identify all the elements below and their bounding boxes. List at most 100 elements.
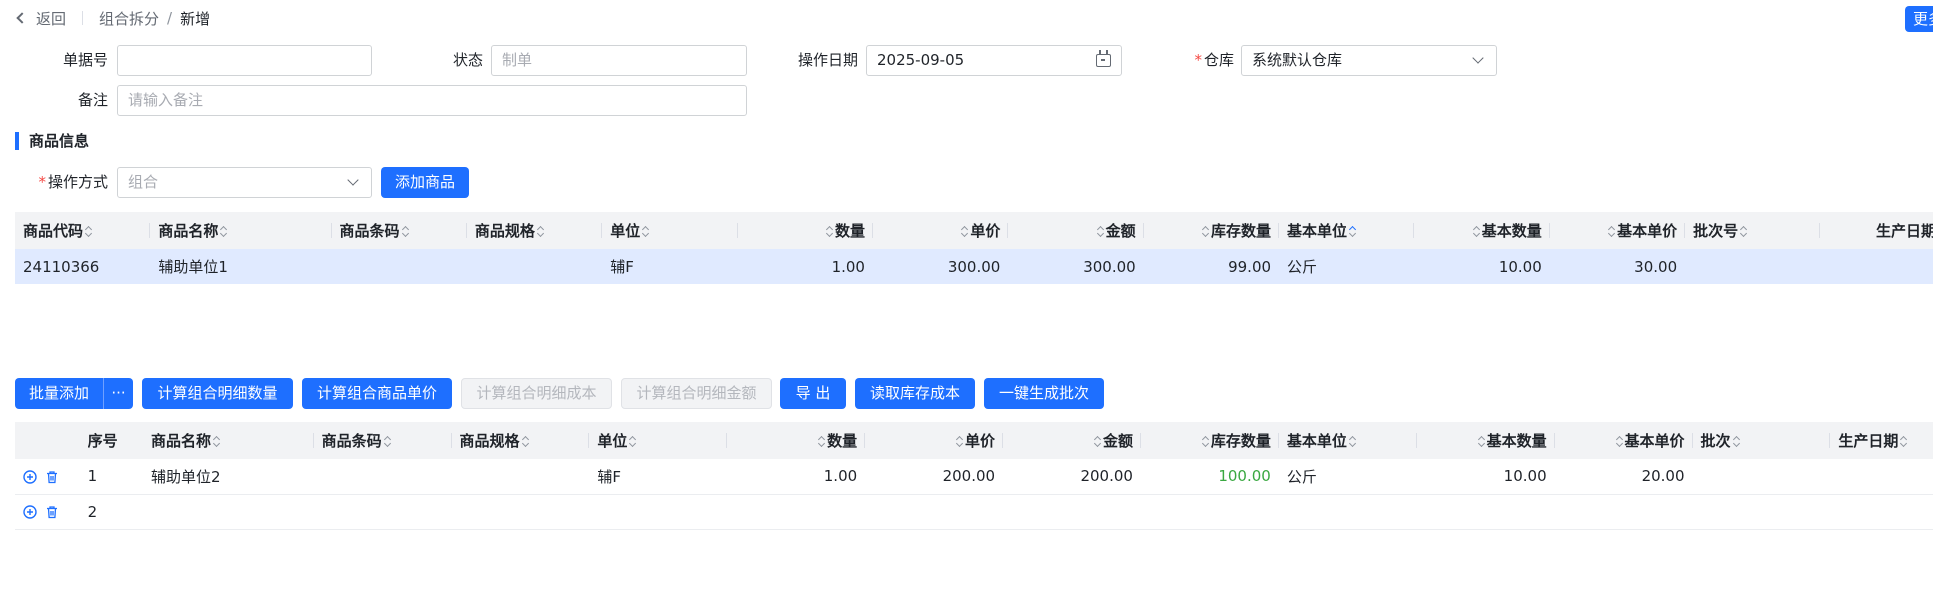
chevron-left-icon (16, 12, 28, 24)
calc-unit-price-button[interactable]: 计算组合商品单价 (302, 378, 452, 409)
batch-add-button[interactable]: 批量添加 (15, 378, 103, 409)
sort-icon[interactable] (961, 226, 968, 238)
cell-batch (1692, 494, 1831, 530)
calc-detail-qty-button[interactable]: 计算组合明细数量 (142, 378, 293, 409)
col-header-unit[interactable]: 单位 (602, 212, 738, 249)
add-row-icon[interactable] (23, 470, 37, 484)
more-options-icon[interactable]: ··· (103, 378, 133, 409)
table-row[interactable]: 1 辅助单位2 辅F 1.00 200.00 200.00 100.00 公斤 … (15, 459, 1933, 495)
cell-base-qty: 10.00 (1416, 459, 1555, 495)
sort-icon[interactable] (956, 436, 963, 448)
sort-icon[interactable] (537, 226, 544, 238)
sort-icon[interactable] (213, 436, 220, 448)
sort-icon[interactable] (1608, 226, 1615, 238)
remark-input[interactable]: 请输入备注 (117, 85, 747, 116)
sort-icon[interactable] (629, 436, 636, 448)
back-button[interactable]: 返回 (16, 8, 66, 29)
warehouse-label-text: 仓库 (1203, 51, 1234, 69)
calendar-icon[interactable] (1096, 50, 1111, 67)
sort-icon[interactable] (1616, 436, 1623, 448)
col-header-batch[interactable]: 批次 (1692, 422, 1831, 459)
col-header-base-price[interactable]: 基本单价 (1549, 212, 1686, 249)
add-product-button[interactable]: 添加商品 (381, 167, 469, 198)
col-header-qty[interactable]: 数量 (727, 422, 866, 459)
sort-icon[interactable] (220, 226, 227, 238)
read-stock-cost-button[interactable]: 读取库存成本 (855, 378, 975, 409)
operation-placeholder: 组合 (128, 173, 159, 191)
calc-detail-cost-button[interactable]: 计算组合明细成本 (461, 378, 612, 409)
sort-icon[interactable] (642, 226, 649, 238)
row-actions (15, 459, 88, 495)
sort-icon[interactable] (85, 226, 92, 238)
sort-icon[interactable] (1740, 226, 1747, 238)
sort-icon[interactable] (1202, 226, 1209, 238)
col-header-name[interactable]: 商品名称 (150, 212, 332, 249)
col-header-prod-date[interactable]: 生产日期 (1820, 212, 1933, 249)
col-header-amount[interactable]: 金额 (1003, 422, 1141, 459)
warehouse-value: 系统默认仓库 (1252, 51, 1343, 69)
col-header-barcode[interactable]: 商品条码 (313, 422, 452, 459)
more-button[interactable]: 更多 (1905, 6, 1933, 32)
col-header-base-qty[interactable]: 基本数量 (1416, 422, 1555, 459)
sort-icon[interactable] (402, 226, 409, 238)
col-header-qty[interactable]: 数量 (737, 212, 873, 249)
col-header-amount[interactable]: 金额 (1008, 212, 1144, 249)
col-header-spec[interactable]: 商品规格 (466, 212, 603, 249)
col-header-barcode[interactable]: 商品条码 (331, 212, 467, 249)
col-header-code[interactable]: 商品代码 (15, 212, 151, 249)
sort-icon[interactable] (1478, 436, 1485, 448)
col-header-base-price[interactable]: 基本单价 (1554, 422, 1693, 459)
col-header-unit[interactable]: 单位 (589, 422, 728, 459)
cell-prod-date (1820, 249, 1933, 284)
generate-batch-button[interactable]: 一键生成批次 (984, 378, 1104, 409)
col-header-base-unit[interactable]: 基本单位 (1279, 212, 1415, 249)
warehouse-label: * 仓库 (1160, 45, 1234, 76)
delete-row-icon[interactable] (45, 470, 59, 484)
breadcrumb-separator: / (167, 9, 173, 27)
col-header-no: 序号 (87, 422, 130, 459)
sort-icon[interactable] (1097, 226, 1104, 238)
col-header-prod-date[interactable]: 生产日期 (1830, 422, 1933, 459)
sort-icon[interactable] (1094, 436, 1101, 448)
doc-no-input[interactable] (117, 45, 372, 76)
cell-stock: 100.00 (1140, 459, 1279, 495)
sort-icon[interactable] (1733, 436, 1740, 448)
sort-icon[interactable] (1473, 226, 1480, 238)
col-header-stock[interactable]: 库存数量 (1143, 212, 1280, 249)
sort-icon[interactable] (384, 436, 391, 448)
calc-detail-amount-button[interactable]: 计算组合明细金额 (621, 378, 772, 409)
operation-label-text: 操作方式 (47, 173, 108, 191)
col-header-name[interactable]: 商品名称 (129, 422, 314, 459)
back-label: 返回 (36, 9, 67, 28)
col-header-base-qty[interactable]: 基本数量 (1414, 212, 1550, 249)
warehouse-select[interactable]: 系统默认仓库 (1241, 45, 1497, 76)
col-header-stock[interactable]: 库存数量 (1140, 422, 1279, 459)
delete-row-icon[interactable] (45, 505, 59, 519)
col-header-base-unit[interactable]: 基本单位 (1278, 422, 1417, 459)
col-header-batch[interactable]: 批次号 (1685, 212, 1821, 249)
cell-base-price: 20.00 (1554, 459, 1693, 495)
sort-icon[interactable] (522, 436, 529, 448)
breadcrumb-item-parent[interactable]: 组合拆分 (99, 8, 159, 29)
add-row-icon[interactable] (23, 505, 37, 519)
status-input[interactable]: 制单 (491, 45, 747, 76)
batch-add-group: 批量添加 ··· (15, 378, 133, 409)
op-date-picker[interactable]: 2025-09-05 (866, 45, 1122, 76)
sort-icon[interactable] (1900, 436, 1907, 448)
table-row[interactable]: 2 (15, 494, 1933, 530)
sort-icon[interactable] (1202, 436, 1209, 448)
cell-name: 辅助单位2 (129, 459, 314, 495)
col-header-spec[interactable]: 商品规格 (451, 422, 590, 459)
sort-icon[interactable] (826, 226, 833, 238)
table-row[interactable]: 24110366 辅助单位1 辅F 1.00 300.00 300.00 99.… (15, 249, 1933, 284)
export-button[interactable]: 导 出 (780, 378, 846, 409)
operation-select[interactable]: 组合 (117, 167, 372, 198)
cell-unit: 辅F (589, 459, 728, 495)
sort-icon[interactable] (818, 436, 825, 448)
col-header-price[interactable]: 单价 (872, 212, 1009, 249)
chevron-down-icon (347, 174, 359, 186)
col-header-price[interactable]: 单价 (865, 422, 1004, 459)
sort-icon[interactable] (1349, 226, 1356, 238)
sort-icon[interactable] (1349, 436, 1356, 448)
cell-unit (589, 494, 728, 530)
